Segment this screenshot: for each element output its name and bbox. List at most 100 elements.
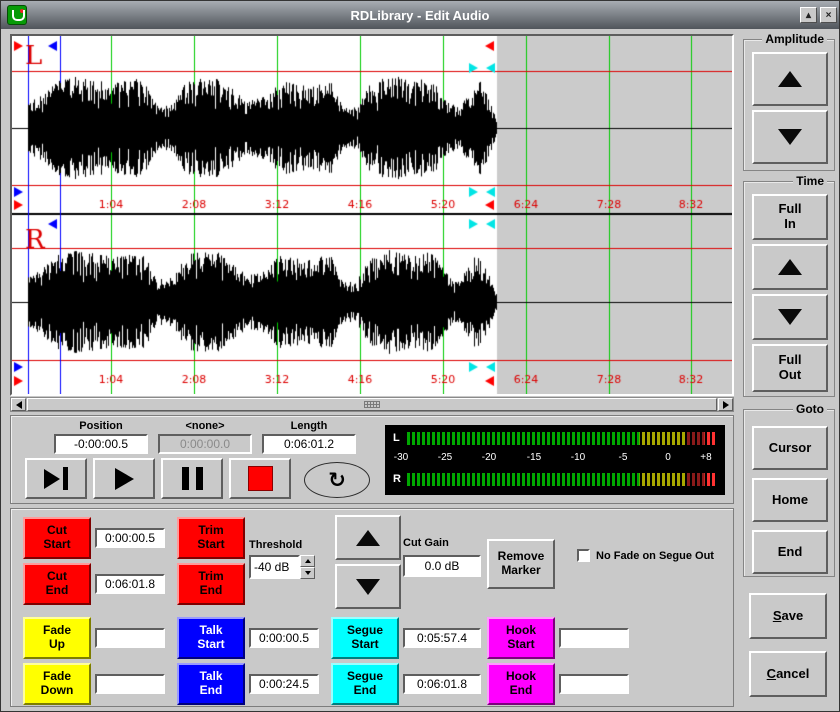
fade-down-button[interactable]: Fade Down <box>23 663 91 705</box>
edit-audio-window: RDLibrary - Edit Audio ▴ × Position <non… <box>0 0 840 712</box>
talk-start-field[interactable] <box>249 628 319 648</box>
threshold-value[interactable]: -40 dB <box>249 555 300 579</box>
titlebar[interactable]: RDLibrary - Edit Audio ▴ × <box>1 1 839 29</box>
trim-end-button[interactable]: Trim End <box>177 563 245 605</box>
amplitude-up-button[interactable] <box>752 52 828 106</box>
scroll-right-button[interactable] <box>718 398 733 411</box>
no-fade-label: No Fade on Segue Out <box>596 550 714 562</box>
fade-down-field[interactable] <box>95 674 165 694</box>
cut-gain-field[interactable] <box>403 555 481 577</box>
threshold-spin-down-button[interactable] <box>300 567 315 579</box>
level-meter: L -30 -25 -20 -15 -10 -5 0 +8 R <box>385 425 725 495</box>
arrow-down-icon <box>778 309 802 325</box>
time-zoom-in-button[interactable] <box>752 244 828 290</box>
gain-up-button[interactable] <box>335 515 401 560</box>
waveform-display[interactable] <box>12 36 732 394</box>
loop-button[interactable]: ↻ <box>304 462 370 498</box>
goto-group: Goto Cursor Home End <box>743 409 835 577</box>
position-field[interactable] <box>54 434 148 454</box>
meter-left-label: L <box>393 432 400 444</box>
meter-scale-tick: 0 <box>665 452 671 463</box>
length-label: Length <box>259 420 359 432</box>
time-group-title: Time <box>793 174 827 188</box>
threshold-spinbox[interactable]: -40 dB <box>249 555 315 579</box>
arrow-up-icon <box>778 259 802 275</box>
goto-cursor-button[interactable]: Cursor <box>752 426 828 470</box>
pause-button[interactable] <box>161 458 223 499</box>
play-button[interactable] <box>93 458 155 499</box>
play-from-start-icon <box>44 469 60 489</box>
cut-end-field[interactable] <box>95 574 165 594</box>
scroll-left-button[interactable] <box>11 398 26 411</box>
scrollbar-thumb[interactable] <box>27 398 717 411</box>
full-out-button[interactable]: Full Out <box>752 344 828 392</box>
remove-marker-button[interactable]: Remove Marker <box>487 539 555 589</box>
segue-end-field[interactable] <box>403 674 481 694</box>
waveform-widget <box>10 34 734 396</box>
waveform-scrollbar[interactable] <box>10 397 734 412</box>
no-fade-checkbox[interactable] <box>577 549 590 562</box>
pause-icon <box>196 467 203 490</box>
meter-right-label: R <box>393 473 401 485</box>
hook-start-button[interactable]: Hook Start <box>487 617 555 659</box>
talk-end-field[interactable] <box>249 674 319 694</box>
cut-end-button[interactable]: Cut End <box>23 563 91 605</box>
cut-gain-label: Cut Gain <box>403 537 481 549</box>
meter-scale-tick: -30 <box>394 452 408 463</box>
time-group: Time Full In Full Out <box>743 181 835 397</box>
hook-start-field[interactable] <box>559 628 629 648</box>
trim-start-button[interactable]: Trim Start <box>177 517 245 559</box>
threshold-spin-up-button[interactable] <box>300 555 315 567</box>
meter-right-leds <box>407 473 717 486</box>
save-button-label: Save <box>773 609 803 624</box>
threshold-label: Threshold <box>249 539 319 551</box>
arrow-down-icon <box>778 129 802 145</box>
meter-scale-tick: -10 <box>571 452 585 463</box>
cut-start-button[interactable]: Cut Start <box>23 517 91 559</box>
talk-start-button[interactable]: Talk Start <box>177 617 245 659</box>
length-field[interactable] <box>262 434 356 454</box>
spin-up-icon <box>305 559 311 563</box>
window-title: RDLibrary - Edit Audio <box>351 8 490 23</box>
segue-start-field[interactable] <box>403 628 481 648</box>
stop-icon <box>248 466 273 491</box>
cut-start-field[interactable] <box>95 528 165 548</box>
play-icon <box>115 468 134 490</box>
save-button[interactable]: Save <box>749 593 827 639</box>
arrow-down-icon <box>356 579 380 595</box>
meter-scale-tick: -5 <box>619 452 628 463</box>
segue-start-button[interactable]: Segue Start <box>331 617 399 659</box>
scrollbar-grip-icon <box>364 401 380 408</box>
goto-home-button[interactable]: Home <box>752 478 828 522</box>
position-label: Position <box>51 420 151 432</box>
hook-end-button[interactable]: Hook End <box>487 663 555 705</box>
close-button[interactable]: × <box>820 7 837 23</box>
talk-end-button[interactable]: Talk End <box>177 663 245 705</box>
goto-group-title: Goto <box>793 402 827 416</box>
transport-panel: Position <none> Length ↻ L -30 -25 <box>10 415 734 504</box>
amplitude-group-title: Amplitude <box>762 32 827 46</box>
fade-up-field[interactable] <box>95 628 165 648</box>
meter-left-leds <box>407 432 717 445</box>
meter-scale-tick: -25 <box>438 452 452 463</box>
segue-end-button[interactable]: Segue End <box>331 663 399 705</box>
none-label: <none> <box>155 420 255 432</box>
app-icon <box>7 5 27 25</box>
gain-down-button[interactable] <box>335 564 401 609</box>
stop-button[interactable] <box>229 458 291 499</box>
play-from-start-bar-icon <box>63 467 68 490</box>
fade-up-button[interactable]: Fade Up <box>23 617 91 659</box>
scroll-right-icon <box>723 401 729 409</box>
amplitude-group: Amplitude <box>743 39 835 171</box>
shade-button[interactable]: ▴ <box>800 7 817 23</box>
time-zoom-out-button[interactable] <box>752 294 828 340</box>
scroll-left-icon <box>16 401 22 409</box>
arrow-up-icon <box>356 530 380 546</box>
goto-end-button[interactable]: End <box>752 530 828 574</box>
arrow-up-icon <box>778 71 802 87</box>
full-in-button[interactable]: Full In <box>752 194 828 240</box>
cancel-button[interactable]: Cancel <box>749 651 827 697</box>
hook-end-field[interactable] <box>559 674 629 694</box>
amplitude-down-button[interactable] <box>752 110 828 164</box>
play-from-start-button[interactable] <box>25 458 87 499</box>
